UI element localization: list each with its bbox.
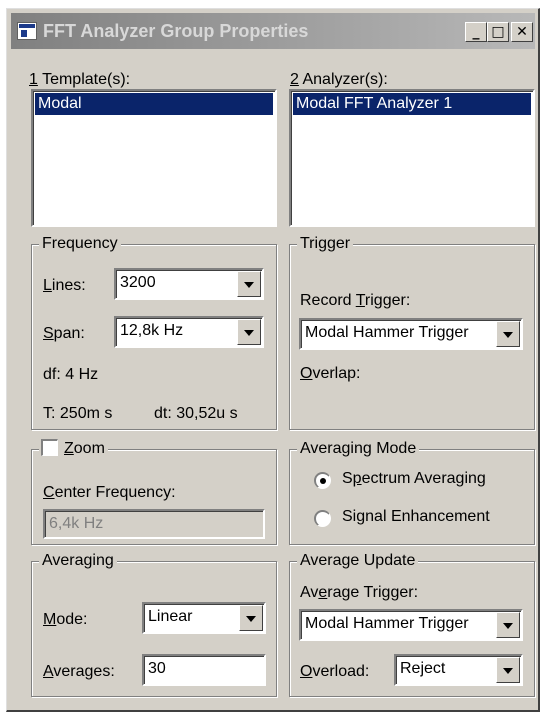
averaging-group-title: Averaging bbox=[39, 551, 117, 571]
trigger-group: Trigger Record Trigger: Modal Hammer Tri… bbox=[289, 234, 535, 430]
span-dropdown[interactable]: 12,8k Hz bbox=[114, 316, 264, 348]
average-trigger-dropdown[interactable]: Modal Hammer Trigger bbox=[299, 609, 523, 641]
chevron-down-icon[interactable] bbox=[496, 321, 520, 347]
averages-field[interactable]: 30 bbox=[142, 654, 266, 686]
chevron-down-icon[interactable] bbox=[237, 271, 261, 297]
lines-value: 3200 bbox=[120, 274, 156, 291]
list-item[interactable]: Modal bbox=[35, 93, 273, 115]
chevron-down-icon[interactable] bbox=[496, 612, 520, 638]
center-frequency-field[interactable]: 6,4k Hz bbox=[43, 509, 265, 539]
analyzers-label: 2 Analyzer(s): bbox=[290, 71, 388, 88]
signal-enhancement-radio[interactable] bbox=[314, 510, 331, 527]
overload-dropdown[interactable]: Reject bbox=[394, 654, 523, 686]
minimize-button[interactable]: _ bbox=[465, 22, 487, 42]
spectrum-averaging-label[interactable]: Spectrum Averaging bbox=[342, 470, 486, 488]
title-bar[interactable]: FFT Analyzer Group Properties _ □ ✕ bbox=[11, 13, 535, 49]
averaging-group: Averaging Mode: Linear Averages: 30 bbox=[31, 551, 277, 697]
t-readout: T: 250m s bbox=[43, 405, 113, 422]
trigger-group-title: Trigger bbox=[297, 234, 354, 254]
span-value: 12,8k Hz bbox=[120, 322, 184, 339]
record-trigger-value: Modal Hammer Trigger bbox=[305, 324, 469, 341]
close-button[interactable]: ✕ bbox=[511, 22, 533, 42]
overload-value: Reject bbox=[400, 660, 446, 677]
maximize-button[interactable]: □ bbox=[487, 22, 509, 42]
average-trigger-label: Average Trigger: bbox=[300, 584, 419, 601]
span-label: Span: bbox=[43, 325, 85, 342]
lines-dropdown[interactable]: 3200 bbox=[114, 268, 264, 300]
average-update-group: Average Update Average Trigger: Modal Ha… bbox=[289, 551, 535, 697]
chevron-down-icon[interactable] bbox=[237, 319, 261, 345]
average-update-group-title: Average Update bbox=[297, 551, 419, 571]
spectrum-averaging-radio[interactable] bbox=[314, 472, 331, 489]
lines-label: Lines: bbox=[43, 277, 86, 294]
zoom-checkbox[interactable] bbox=[41, 439, 58, 456]
frequency-group: Frequency Lines: 3200 Span: 12,8k Hz df:… bbox=[31, 234, 277, 430]
df-readout: df: 4 Hz bbox=[43, 366, 99, 383]
record-trigger-label: Record Trigger: bbox=[300, 292, 411, 309]
averaging-mode-group-title: Averaging Mode bbox=[297, 439, 420, 459]
app-icon bbox=[17, 22, 37, 40]
chevron-down-icon[interactable] bbox=[496, 657, 520, 683]
properties-dialog: FFT Analyzer Group Properties _ □ ✕ 1 Te… bbox=[6, 8, 540, 712]
center-frequency-value: 6,4k Hz bbox=[49, 515, 104, 532]
average-trigger-value: Modal Hammer Trigger bbox=[305, 615, 469, 632]
window-title: FFT Analyzer Group Properties bbox=[43, 21, 309, 41]
templates-label: 1 Template(s): bbox=[29, 71, 131, 88]
zoom-group: Zoom Center Frequency: 6,4k Hz bbox=[31, 439, 277, 545]
mode-dropdown[interactable]: Linear bbox=[142, 602, 266, 634]
signal-enhancement-label[interactable]: Signal Enhancement bbox=[342, 508, 490, 526]
list-item[interactable]: Modal FFT Analyzer 1 bbox=[293, 93, 531, 115]
chevron-down-icon[interactable] bbox=[239, 605, 263, 631]
dt-readout: dt: 30,52u s bbox=[154, 405, 238, 422]
averaging-mode-group: Averaging Mode Spectrum Averaging Signal… bbox=[289, 439, 535, 545]
averages-label: Averages: bbox=[43, 663, 115, 680]
templates-list[interactable]: Modal bbox=[31, 89, 277, 227]
mode-label: Mode: bbox=[43, 611, 88, 628]
overlap-label: Overlap: bbox=[300, 365, 361, 382]
mode-value: Linear bbox=[148, 608, 193, 625]
overload-label: Overload: bbox=[300, 663, 370, 680]
zoom-toggle[interactable]: Zoom bbox=[39, 439, 108, 459]
frequency-group-title: Frequency bbox=[39, 234, 121, 254]
averages-value: 30 bbox=[148, 660, 166, 677]
analyzers-list[interactable]: Modal FFT Analyzer 1 bbox=[289, 89, 535, 227]
center-frequency-label: Center Frequency: bbox=[43, 484, 176, 501]
record-trigger-dropdown[interactable]: Modal Hammer Trigger bbox=[299, 318, 523, 350]
